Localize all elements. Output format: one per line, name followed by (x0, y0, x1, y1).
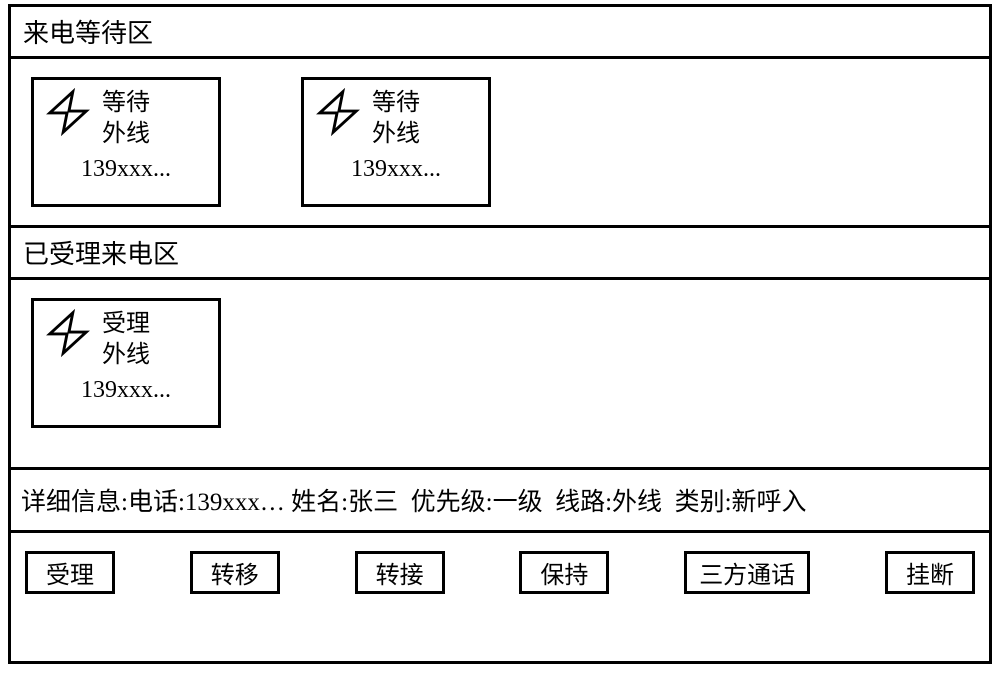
call-status: 等待 (372, 88, 420, 119)
phone-label: 电话: (128, 489, 185, 516)
priority-label: 优先级: (411, 489, 493, 516)
hangup-button[interactable]: 挂断 (885, 551, 975, 594)
details-prefix: 详细信息: (21, 489, 128, 516)
waiting-call-card[interactable]: 等待 外线 139xxx... (301, 77, 491, 207)
lightning-icon (44, 309, 92, 357)
call-card-labels: 等待 外线 (102, 88, 150, 150)
buttons-row: 受理 转移 转接 保持 三方通话 挂断 (11, 533, 989, 612)
call-card-top: 等待 外线 (44, 88, 208, 150)
transfer-button[interactable]: 转移 (190, 551, 280, 594)
call-card-labels: 受理 外线 (102, 309, 150, 371)
call-number: 139xxx... (314, 156, 478, 183)
name-label: 姓名: (291, 489, 348, 516)
name-value: 张三 (348, 489, 398, 516)
line-label: 线路: (555, 489, 612, 516)
forward-button[interactable]: 转接 (355, 551, 445, 594)
conference-button[interactable]: 三方通话 (684, 551, 810, 594)
line-value: 外线 (612, 489, 662, 516)
category-label: 类别: (675, 489, 732, 516)
accept-button[interactable]: 受理 (25, 551, 115, 594)
call-card-top: 受理 外线 (44, 309, 208, 371)
lightning-icon (314, 88, 362, 136)
call-status: 等待 (102, 88, 150, 119)
call-line: 外线 (102, 119, 150, 150)
accepted-area-header: 已受理来电区 (11, 228, 989, 280)
lightning-icon (44, 88, 92, 136)
hold-button[interactable]: 保持 (519, 551, 609, 594)
category-value: 新呼入 (732, 489, 807, 516)
call-number: 139xxx... (44, 377, 208, 404)
main-container: 来电等待区 等待 外线 139xxx... 等待 (8, 4, 992, 664)
waiting-call-card[interactable]: 等待 外线 139xxx... (31, 77, 221, 207)
details-row: 详细信息:电话:139xxx… 姓名:张三 优先级:一级 线路:外线 类别:新呼… (11, 470, 989, 533)
priority-value: 一级 (493, 489, 543, 516)
call-line: 外线 (372, 119, 420, 150)
call-card-top: 等待 外线 (314, 88, 478, 150)
accepted-call-card[interactable]: 受理 外线 139xxx... (31, 298, 221, 428)
accepted-area-body: 受理 外线 139xxx... (11, 280, 989, 470)
call-number: 139xxx... (44, 156, 208, 183)
call-line: 外线 (102, 340, 150, 371)
phone-value: 139xxx… (185, 489, 285, 516)
call-status: 受理 (102, 309, 150, 340)
waiting-area-title: 来电等待区 (23, 19, 153, 48)
waiting-area-body: 等待 外线 139xxx... 等待 外线 139xxx... (11, 59, 989, 228)
call-card-labels: 等待 外线 (372, 88, 420, 150)
accepted-area-title: 已受理来电区 (23, 240, 179, 269)
waiting-area-header: 来电等待区 (11, 7, 989, 59)
